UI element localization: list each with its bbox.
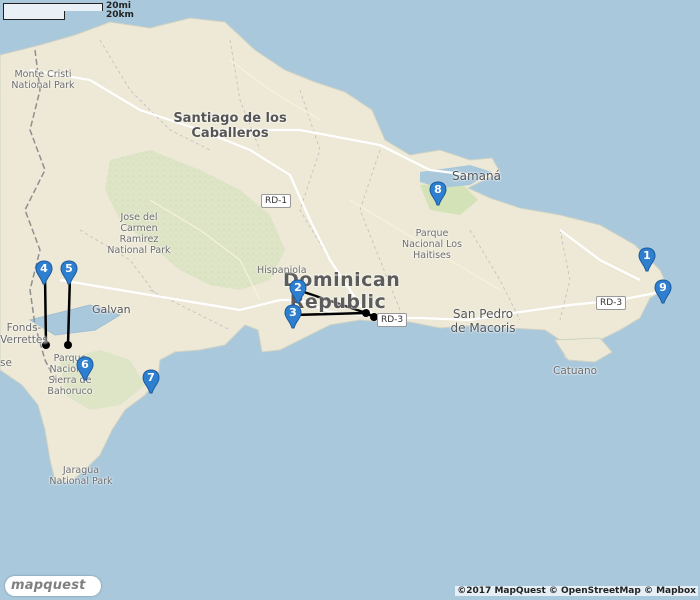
scale-bar-imperial (3, 3, 103, 11)
map-attribution[interactable]: ©2017 MapQuest © OpenStreetMap © Mapbox (455, 586, 698, 596)
map-marker-3[interactable]: 3 (284, 304, 306, 332)
map-marker-9[interactable]: 9 (654, 279, 676, 307)
road-shield-rd3-east: RD-3 (596, 296, 627, 310)
marker-label: 8 (434, 183, 442, 196)
park-label-jose-del-carmen: Jose del Carmen Ramirez National Park (107, 212, 171, 256)
map-marker-8[interactable]: 8 (429, 181, 451, 209)
map-marker-7[interactable]: 7 (142, 369, 164, 397)
park-label-jaragua: Jaragua National Park (49, 465, 113, 487)
marker-label: 3 (289, 306, 297, 319)
town-label-galvan: Galvan (92, 303, 131, 316)
road-shield-rd1: RD-1 (261, 194, 292, 208)
marker-label: 2 (294, 281, 302, 294)
scale-label-metric: 20km (106, 10, 134, 20)
marker-label: 7 (147, 371, 155, 384)
logo-text: mapquest (11, 578, 86, 593)
map-marker-2[interactable]: 2 (289, 279, 311, 307)
mapquest-logo[interactable]: mapquest (5, 576, 101, 596)
hispaniola-land (0, 17, 669, 483)
map[interactable]: Dominican Republic Santiago de los Cabal… (0, 0, 700, 600)
town-label-fonds-verrettes: Fonds-Verrettes (0, 322, 48, 347)
island-label-hispaniola: Hispaniola (257, 265, 307, 276)
map-marker-5[interactable]: 5 (60, 260, 82, 288)
marker-label: 4 (40, 262, 48, 275)
map-marker-1[interactable]: 1 (638, 247, 660, 275)
map-marker-6[interactable]: 6 (76, 356, 98, 384)
city-label-samana: Samaná (452, 169, 501, 183)
city-label-santiago: Santiago de los Caballeros (173, 111, 287, 141)
town-label-se: se (0, 357, 12, 369)
town-label-catuano: Catuano (553, 365, 598, 377)
park-label-los-haitises: Parque Nacional Los Haitises (402, 228, 462, 261)
marker-label: 9 (659, 281, 667, 294)
marker-label: 5 (65, 262, 73, 275)
map-marker-4[interactable]: 4 (35, 260, 57, 288)
city-label-san-pedro: San Pedro de Macoris (450, 307, 516, 335)
scale-bar-metric (3, 11, 65, 20)
marker-label: 6 (81, 358, 89, 371)
road-shield-rd3-west: RD-3 (377, 313, 408, 327)
park-label-monte-cristi: Monte Cristi National Park (11, 69, 75, 91)
saona-island (554, 337, 613, 363)
marker-label: 1 (643, 249, 651, 262)
